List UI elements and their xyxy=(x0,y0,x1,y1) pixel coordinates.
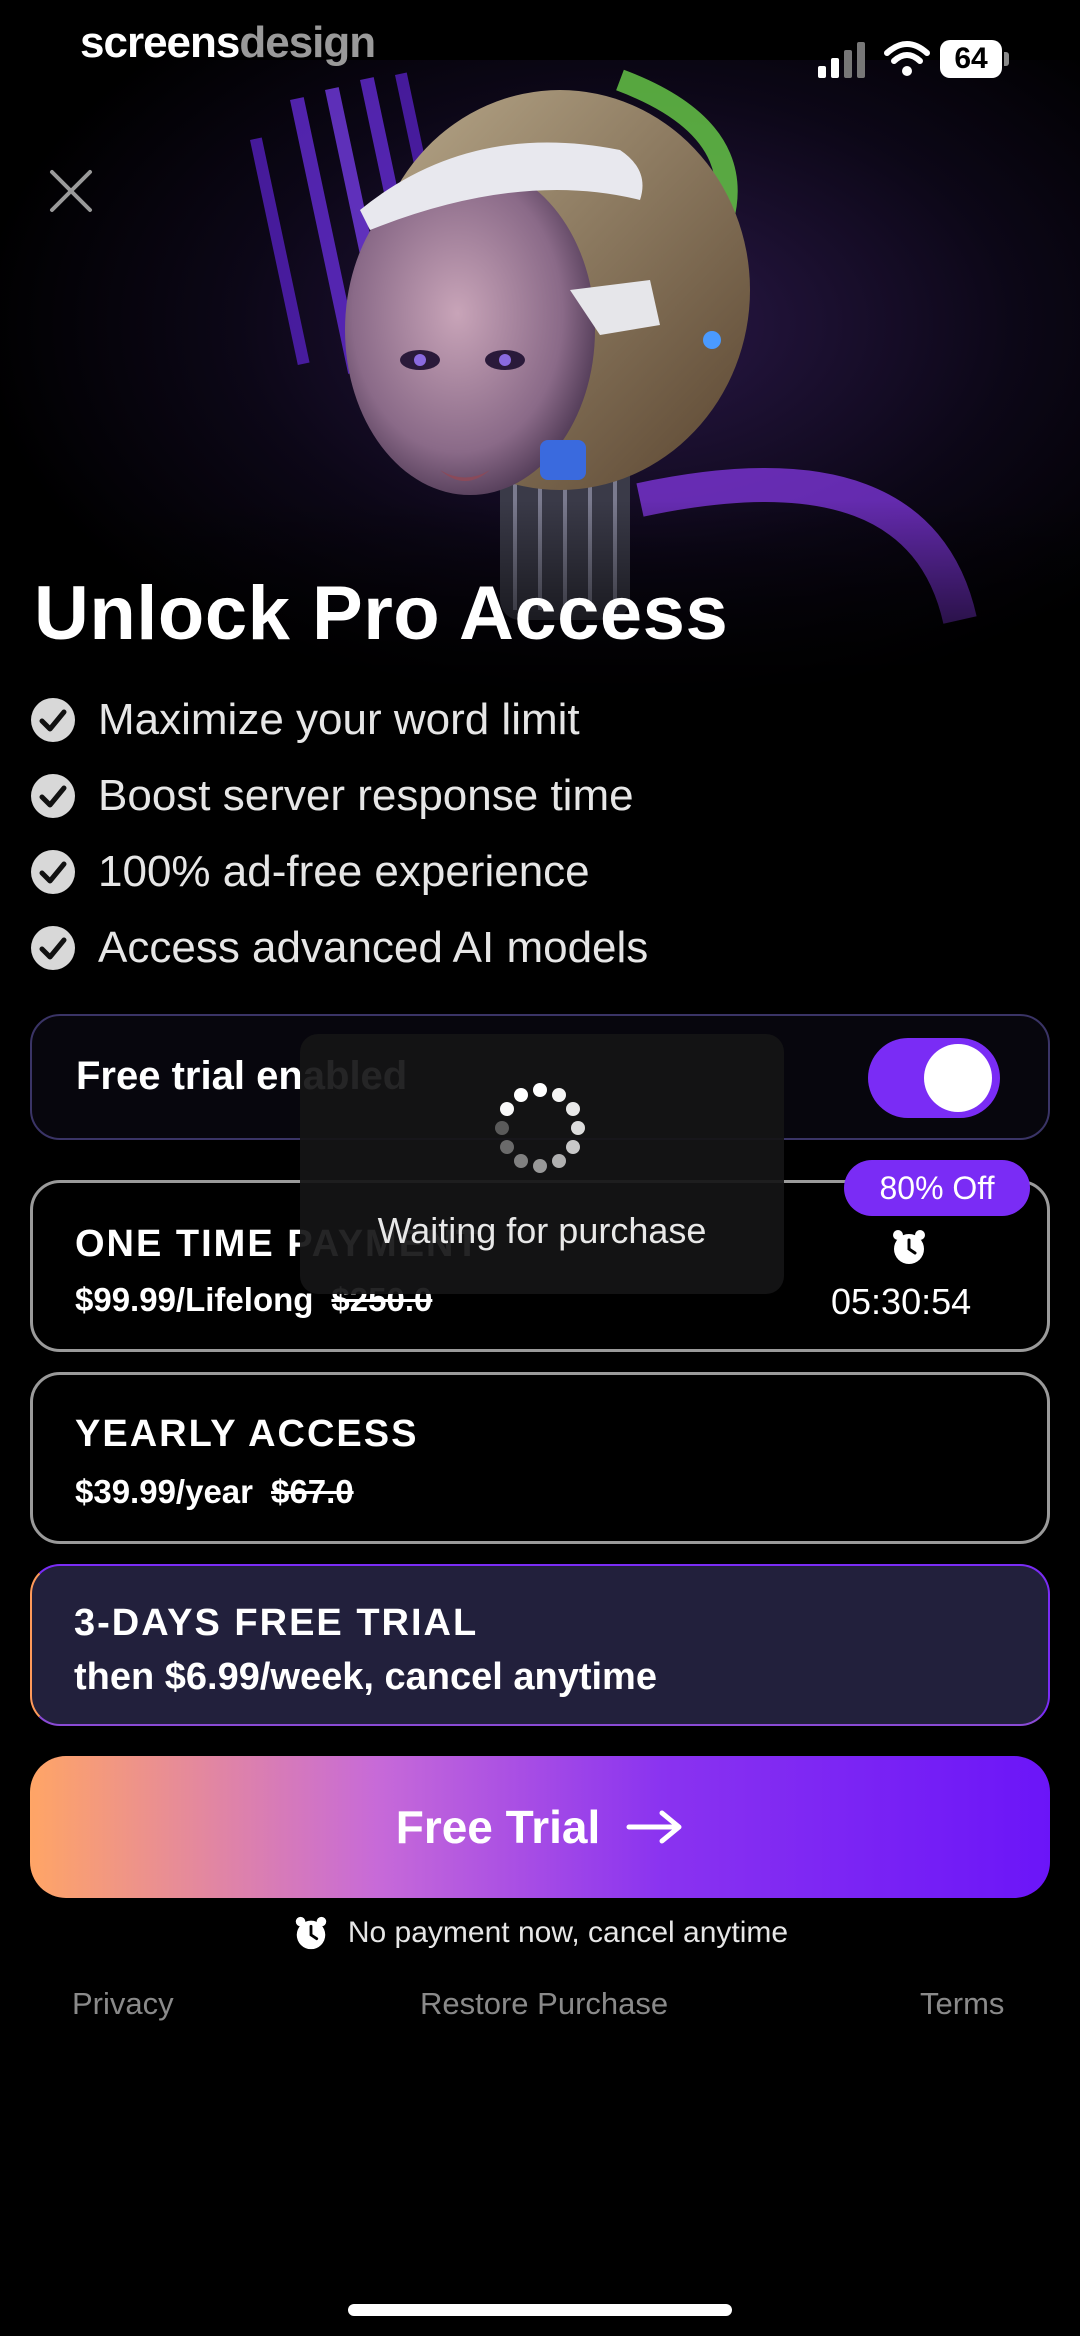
free-trial-button[interactable]: Free Trial xyxy=(30,1756,1050,1898)
no-payment-note: No payment now, cancel anytime xyxy=(0,1914,1080,1952)
watermark-logo: screensdesign xyxy=(80,18,376,68)
home-indicator[interactable] xyxy=(348,2304,732,2316)
watermark-part-1: screens xyxy=(80,18,240,67)
arrow-right-icon xyxy=(626,1810,682,1844)
plan-original-price: $67.0 xyxy=(271,1473,354,1510)
feature-list: Maximize your word limit Boost server re… xyxy=(30,682,648,986)
status-bar: screensdesign 64 xyxy=(0,0,1080,110)
feature-item: Access advanced AI models xyxy=(30,910,648,986)
plan-name: 3-DAYS FREE TRIAL xyxy=(74,1602,479,1644)
privacy-link[interactable]: Privacy xyxy=(72,1986,174,2022)
feature-text: Maximize your word limit xyxy=(98,695,580,744)
feature-item: Boost server response time xyxy=(30,758,648,834)
check-circle-icon xyxy=(31,926,75,970)
plan-price: $99.99/Lifelong xyxy=(75,1281,314,1318)
feature-text: Boost server response time xyxy=(98,771,634,820)
battery-icon: 64 xyxy=(940,40,1010,78)
loading-text: Waiting for purchase xyxy=(377,1210,707,1251)
discount-badge: 80% Off xyxy=(844,1160,1030,1216)
free-trial-toggle[interactable] xyxy=(868,1038,1000,1118)
feature-text: 100% ad-free experience xyxy=(98,847,590,896)
countdown-timer: 05:30:54 xyxy=(831,1281,972,1322)
plan-name: YEARLY ACCESS xyxy=(75,1413,419,1455)
plan-subtitle: then $6.99/week, cancel anytime xyxy=(74,1656,657,1698)
restore-purchase-link[interactable]: Restore Purchase xyxy=(420,1986,668,2022)
check-circle-icon xyxy=(31,774,75,818)
alarm-clock-icon xyxy=(295,1916,327,1950)
terms-link[interactable]: Terms xyxy=(920,1986,1004,2022)
plan-yearly[interactable]: YEARLY ACCESS $39.99/year $67.0 xyxy=(30,1372,1050,1544)
toggle-knob xyxy=(924,1044,992,1112)
plan-price-row: $39.99/year $67.0 xyxy=(75,1473,354,1511)
battery-level: 64 xyxy=(940,40,1002,78)
purchase-loading-overlay: Waiting for purchase xyxy=(300,1034,784,1294)
feature-item: 100% ad-free experience xyxy=(30,834,648,910)
feature-text: Access advanced AI models xyxy=(98,923,649,972)
plan-free-trial[interactable]: 3-DAYS FREE TRIAL then $6.99/week, cance… xyxy=(30,1564,1050,1726)
page-title: Unlock Pro Access xyxy=(34,571,729,656)
feature-item: Maximize your word limit xyxy=(30,682,648,758)
cellular-signal-icon xyxy=(818,42,865,78)
watermark-part-2: design xyxy=(239,18,376,67)
note-text: No payment now, cancel anytime xyxy=(347,1916,789,1949)
alarm-clock-icon xyxy=(893,1230,925,1264)
free-trial-button-label: Free Trial xyxy=(395,1801,601,1853)
check-circle-icon xyxy=(31,850,75,894)
plan-price: $39.99/year xyxy=(75,1473,254,1510)
wifi-icon xyxy=(884,41,930,76)
close-icon[interactable] xyxy=(44,164,98,218)
check-circle-icon xyxy=(31,698,75,742)
loading-spinner-icon xyxy=(495,1083,585,1173)
